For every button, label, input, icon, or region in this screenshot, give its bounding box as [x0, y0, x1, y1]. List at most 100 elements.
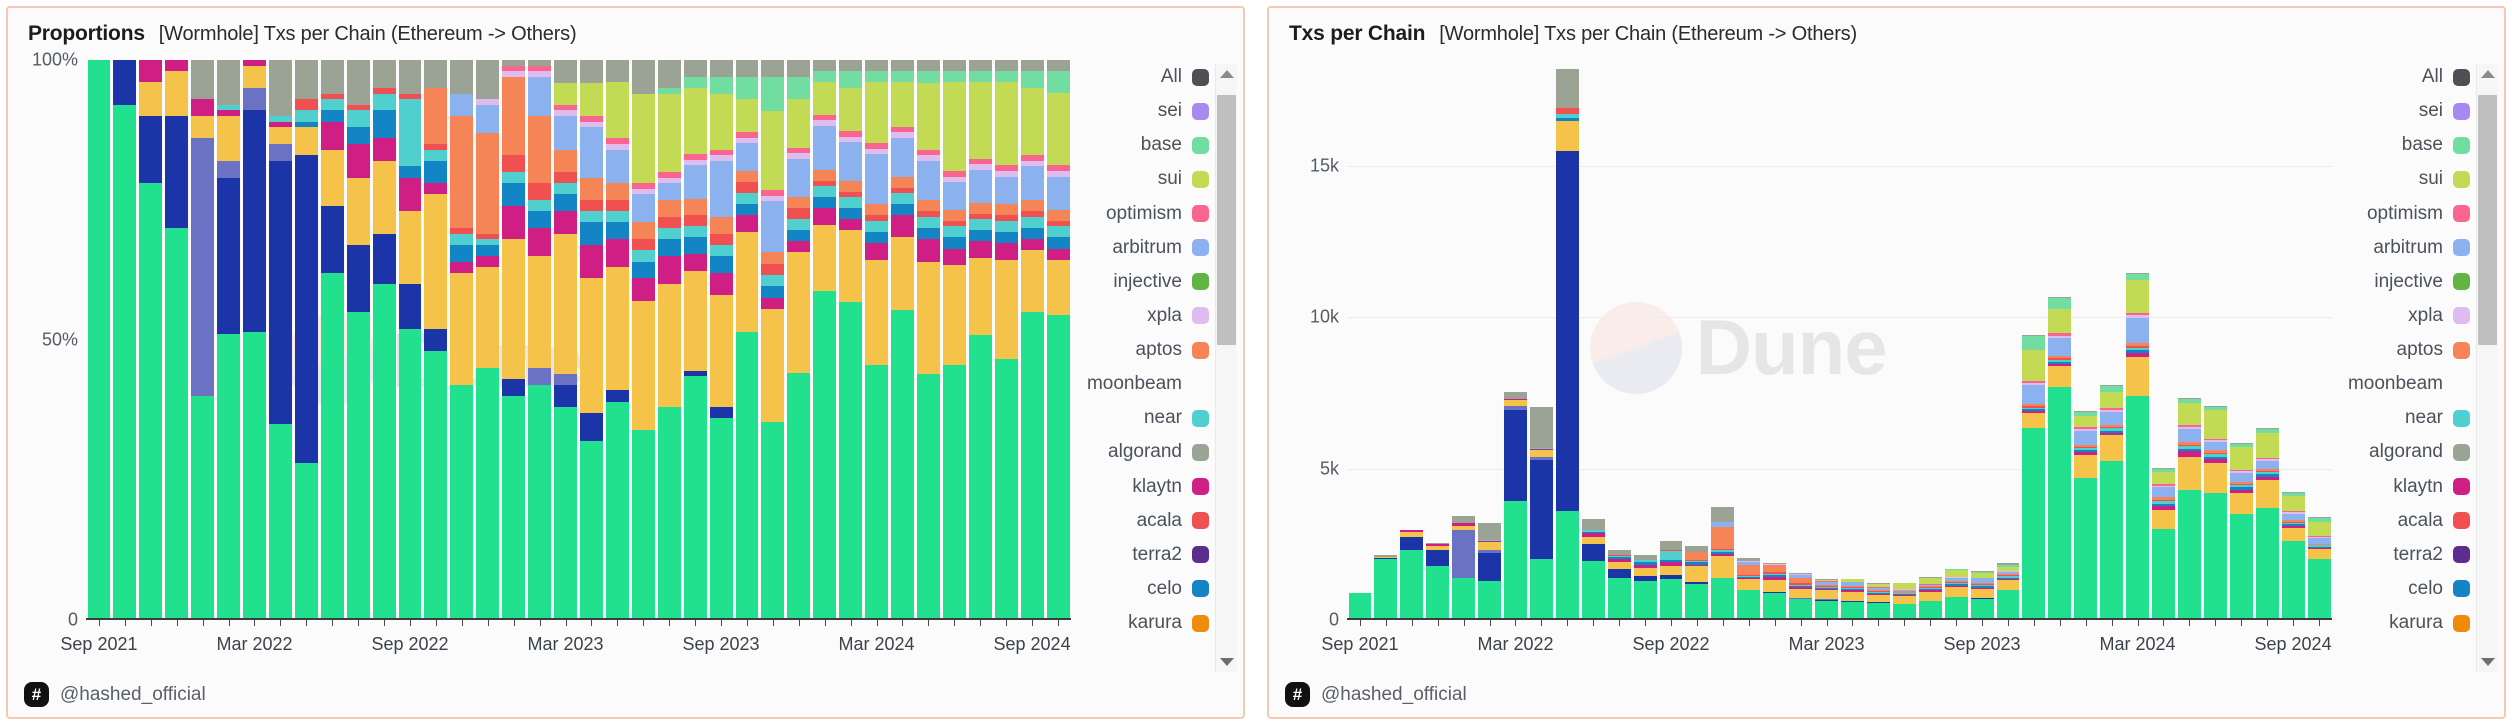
bar-segment[interactable]: [191, 116, 215, 139]
legend-item-klaytn[interactable]: klaytn: [1132, 470, 1209, 504]
bar-segment[interactable]: [398, 328, 422, 620]
legend-item-karura[interactable]: karura: [1128, 606, 1209, 640]
bar-segment[interactable]: [657, 239, 681, 257]
bar-segment[interactable]: [2022, 385, 2046, 404]
bar-segment[interactable]: [2126, 317, 2150, 344]
bar-segment[interactable]: [165, 71, 189, 116]
bar-segment[interactable]: [268, 144, 292, 161]
legend-item-karura[interactable]: karura: [2389, 606, 2470, 640]
bar-segment[interactable]: [839, 219, 863, 231]
bar-segment[interactable]: [968, 71, 992, 83]
stacked-bar[interactable]: [294, 60, 318, 620]
stacked-bar[interactable]: [1020, 60, 1044, 620]
bar-segment[interactable]: [2048, 337, 2072, 356]
bar-segment[interactable]: [1046, 176, 1070, 210]
bar-segment[interactable]: [139, 60, 163, 83]
bar-segment[interactable]: [580, 278, 603, 413]
bar-segment[interactable]: [1685, 566, 1709, 583]
bar-column[interactable]: [1606, 60, 1632, 620]
bar-segment[interactable]: [735, 193, 759, 205]
bar-segment[interactable]: [1020, 239, 1044, 251]
bar-segment[interactable]: [813, 71, 837, 83]
bar-segment[interactable]: [942, 82, 966, 171]
bar-segment[interactable]: [1020, 166, 1044, 201]
bar-segment[interactable]: [320, 99, 344, 111]
bar-segment[interactable]: [528, 384, 552, 620]
bar-segment[interactable]: [2022, 349, 2046, 381]
bar-segment[interactable]: [605, 200, 629, 212]
bar-segment[interactable]: [294, 60, 318, 100]
bar-segment[interactable]: [1020, 250, 1044, 312]
bar-segment[interactable]: [2152, 510, 2175, 530]
bar-column[interactable]: [708, 60, 734, 620]
bar-segment[interactable]: [942, 226, 966, 238]
bar-segment[interactable]: [320, 110, 344, 122]
bar-segment[interactable]: [2307, 522, 2331, 536]
bar-segment[interactable]: [787, 98, 811, 148]
bar-segment[interactable]: [657, 407, 681, 620]
bar-segment[interactable]: [994, 82, 1018, 166]
bar-segment[interactable]: [217, 60, 241, 105]
stacked-bar[interactable]: [2229, 443, 2253, 620]
bar-segment[interactable]: [580, 60, 603, 83]
bar-column[interactable]: [967, 60, 993, 620]
legend-item-algorand[interactable]: algorand: [2369, 435, 2470, 469]
bar-segment[interactable]: [787, 158, 811, 198]
bar-segment[interactable]: [605, 267, 629, 391]
bar-segment[interactable]: [813, 82, 837, 115]
bar-segment[interactable]: [1046, 315, 1070, 620]
bar-segment[interactable]: [761, 286, 785, 298]
bar-segment[interactable]: [942, 237, 966, 249]
bar-segment[interactable]: [994, 60, 1018, 72]
bar-segment[interactable]: [554, 116, 578, 150]
bar-column[interactable]: [1580, 60, 1606, 620]
legend-item-arbitrum[interactable]: arbitrum: [1112, 231, 1209, 265]
scrollbar-track[interactable]: [1216, 84, 1237, 652]
bar-column[interactable]: [86, 60, 112, 620]
bar-segment[interactable]: [735, 76, 759, 99]
bar-segment[interactable]: [839, 180, 863, 192]
stacked-bar[interactable]: [1581, 518, 1605, 620]
bar-segment[interactable]: [1711, 578, 1735, 620]
bar-segment[interactable]: [294, 110, 318, 122]
bar-segment[interactable]: [683, 254, 707, 271]
stacked-bar[interactable]: [1504, 391, 1527, 620]
bar-segment[interactable]: [1659, 565, 1683, 576]
bar-segment[interactable]: [2048, 308, 2072, 334]
stacked-bar[interactable]: [320, 60, 344, 620]
bar-segment[interactable]: [1020, 71, 1044, 89]
bar-segment[interactable]: [709, 407, 733, 419]
bar-segment[interactable]: [554, 172, 578, 184]
stacked-bar[interactable]: [1866, 583, 1890, 620]
bar-segment[interactable]: [917, 71, 940, 83]
bar-segment[interactable]: [813, 224, 837, 291]
bar-segment[interactable]: [2074, 430, 2098, 445]
bar-segment[interactable]: [346, 244, 370, 312]
bar-column[interactable]: [501, 60, 527, 620]
legend-item-injective[interactable]: injective: [2374, 265, 2470, 299]
bar-segment[interactable]: [398, 60, 422, 94]
bar-segment[interactable]: [683, 237, 707, 255]
bar-segment[interactable]: [294, 463, 318, 620]
bar-segment[interactable]: [2281, 496, 2305, 512]
legend-item-moonbeam[interactable]: moonbeam: [1087, 367, 1209, 401]
bar-column[interactable]: [1788, 60, 1814, 620]
bar-column[interactable]: [1736, 60, 1762, 620]
bar-segment[interactable]: [2203, 441, 2227, 451]
stacked-bar[interactable]: [787, 60, 811, 620]
bar-segment[interactable]: [1426, 550, 1450, 566]
bar-segment[interactable]: [1996, 580, 2020, 590]
stacked-bar[interactable]: [891, 60, 914, 620]
bar-segment[interactable]: [839, 301, 863, 620]
bar-segment[interactable]: [605, 222, 629, 240]
bar-segment[interactable]: [942, 265, 966, 365]
legend-right[interactable]: All sei base sui optimism arbitrum injective xp…: [2348, 60, 2476, 640]
bar-segment[interactable]: [839, 197, 863, 209]
bar-segment[interactable]: [1581, 544, 1605, 561]
bar-segment[interactable]: [2178, 489, 2201, 620]
bar-segment[interactable]: [1711, 556, 1735, 579]
bar-segment[interactable]: [2126, 280, 2150, 313]
bar-segment[interactable]: [1020, 312, 1044, 620]
bar-column[interactable]: [993, 60, 1019, 620]
bar-segment[interactable]: [1970, 598, 1994, 620]
